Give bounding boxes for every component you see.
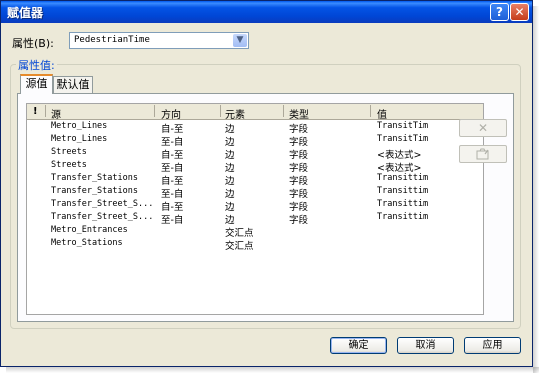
col-header-flag[interactable]: !: [33, 106, 38, 117]
column-divider: [220, 105, 221, 117]
cell-element: 边: [225, 150, 235, 161]
col-header-direction[interactable]: 方向: [161, 106, 181, 121]
cell-type: 字段: [289, 189, 309, 200]
cell-element: 交汇点: [225, 228, 254, 239]
table-row[interactable]: Streets 至-自 边 字段 <表达式>: [27, 160, 483, 174]
window-shadow-right: [533, 6, 539, 373]
cell-source: Transfer_Stations: [51, 173, 138, 183]
cell-type: 字段: [289, 163, 309, 174]
col-header-value[interactable]: 值: [377, 106, 387, 121]
help-icon: ?: [496, 5, 503, 19]
window-title: 赋值器: [7, 6, 44, 20]
tab-label: 默认值: [56, 78, 90, 91]
cell-direction: 至-自: [161, 215, 184, 226]
apply-button-label: 应用: [482, 340, 503, 351]
remove-icon: ✕: [477, 121, 489, 135]
table-row[interactable]: Transfer_Street_S... 至-自 边 字段 Transittim: [27, 212, 483, 226]
cell-source: Transfer_Stations: [51, 186, 138, 196]
cell-type: 字段: [289, 137, 309, 148]
properties-button[interactable]: [459, 145, 507, 163]
table-row[interactable]: Transfer_Street_S... 自-至 边 字段 Transittim: [27, 199, 483, 213]
table-row[interactable]: Transfer_Stations 自-至 边 字段 Transittim: [27, 173, 483, 187]
table-row[interactable]: Metro_Entrances 交汇点: [27, 225, 483, 239]
cell-element: 边: [225, 176, 235, 187]
table-row[interactable]: Metro_Stations 交汇点: [27, 238, 483, 252]
table-row[interactable]: Metro_Lines 自-至 边 字段 TransitTim: [27, 121, 483, 135]
cell-value: TransitTim: [377, 121, 429, 131]
cell-value: <表达式>: [377, 163, 422, 174]
cell-value: Transittim: [377, 173, 429, 183]
cell-type: 字段: [289, 215, 309, 226]
cell-source: Metro_Stations: [51, 238, 123, 248]
col-header-element[interactable]: 元素: [225, 106, 245, 121]
cell-source: Transfer_Street_S...: [51, 212, 154, 222]
tab-default-values[interactable]: 默认值: [53, 76, 93, 94]
cell-direction: 至-自: [161, 189, 184, 200]
cell-direction: 自-至: [161, 202, 184, 213]
cell-value: TransitTim: [377, 134, 429, 144]
title-bar[interactable]: 赋值器 ? ✕: [1, 1, 532, 23]
cell-value: Transittim: [377, 212, 429, 222]
cell-type: 字段: [289, 176, 309, 187]
table-row[interactable]: Streets 自-至 边 字段 <表达式>: [27, 147, 483, 161]
cell-element: 边: [225, 163, 235, 174]
attribute-label: 属性(B):: [12, 37, 54, 50]
col-header-type[interactable]: 类型: [289, 106, 309, 121]
cell-source: Streets: [51, 147, 87, 157]
cell-element: 边: [225, 189, 235, 200]
cell-element: 边: [225, 202, 235, 213]
cell-direction: 至-自: [161, 163, 184, 174]
column-divider: [283, 105, 284, 117]
cell-type: 字段: [289, 150, 309, 161]
window-shadow-bottom: [6, 367, 539, 373]
close-icon: ✕: [514, 5, 525, 19]
evaluator-table[interactable]: ! 源 方向 元素 类型 值 Metro_Lines 自-至 边 字段 Tran…: [26, 103, 484, 315]
cell-source: Metro_Lines: [51, 134, 108, 144]
column-divider: [370, 105, 371, 117]
cancel-button-label: 取消: [415, 340, 436, 351]
attribute-select[interactable]: PedestrianTime ▼: [69, 32, 249, 49]
table-row[interactable]: Metro_Lines 至-自 边 字段 TransitTim: [27, 134, 483, 148]
cell-direction: 至-自: [161, 137, 184, 148]
table-row[interactable]: Transfer_Stations 至-自 边 字段 Transittim: [27, 186, 483, 200]
cell-element: 边: [225, 124, 235, 135]
cell-source: Streets: [51, 160, 87, 170]
col-header-source[interactable]: 源: [51, 106, 61, 121]
chevron-down-icon[interactable]: ▼: [233, 34, 247, 47]
remove-button[interactable]: ✕: [459, 119, 507, 137]
cell-value: Transittim: [377, 199, 429, 209]
apply-button[interactable]: 应用: [464, 337, 521, 354]
cancel-button[interactable]: 取消: [397, 337, 454, 354]
cell-source: Metro_Lines: [51, 121, 108, 131]
ok-button[interactable]: 确定: [330, 337, 387, 354]
cell-direction: 自-至: [161, 150, 184, 161]
cell-direction: 自-至: [161, 124, 184, 135]
table-header: ! 源 方向 元素 类型 值: [27, 104, 483, 121]
tab-label: 源值: [25, 77, 48, 90]
values-group-title: 属性值:: [16, 57, 57, 73]
cell-type: 字段: [289, 124, 309, 135]
cell-element: 边: [225, 215, 235, 226]
tab-source-values[interactable]: 源值: [20, 74, 53, 94]
edit-icon: [476, 148, 489, 160]
column-divider: [45, 105, 46, 117]
attribute-select-value: PedestrianTime: [74, 35, 150, 45]
cell-element: 交汇点: [225, 241, 254, 252]
ok-button-label: 确定: [348, 340, 369, 351]
help-button[interactable]: ?: [490, 3, 509, 21]
close-button[interactable]: ✕: [510, 3, 529, 21]
column-divider: [154, 105, 155, 117]
cell-source: Transfer_Street_S...: [51, 199, 154, 209]
cell-value: Transittim: [377, 186, 429, 196]
cell-source: Metro_Entrances: [51, 225, 128, 235]
cell-direction: 自-至: [161, 176, 184, 187]
cell-element: 边: [225, 137, 235, 148]
cell-value: <表达式>: [377, 150, 422, 161]
cell-type: 字段: [289, 202, 309, 213]
